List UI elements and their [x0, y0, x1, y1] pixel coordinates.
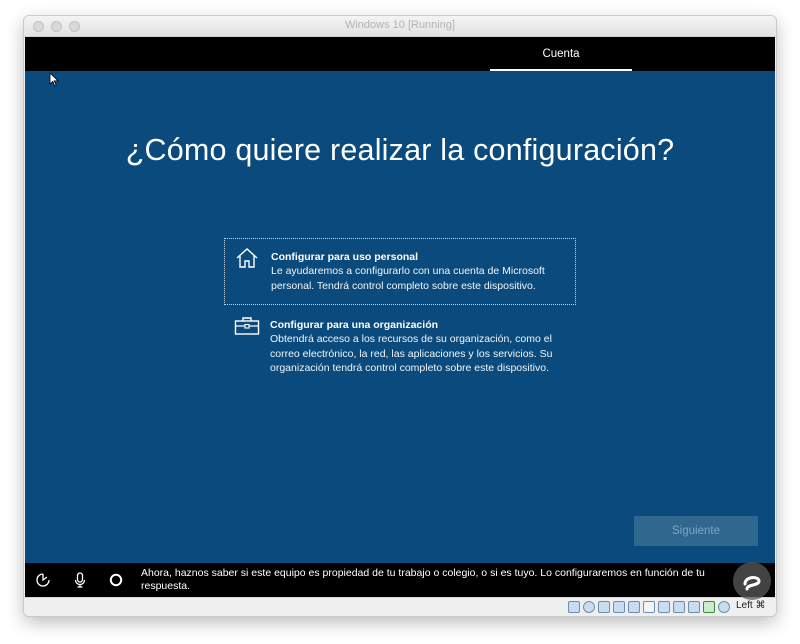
vm-screen[interactable]: Cuenta ¿Cómo quiere realizar la configur… — [25, 37, 775, 597]
tab-cuenta: Cuenta — [490, 37, 632, 71]
option-title: Configurar para uso personal — [271, 251, 419, 263]
video-capture-icon[interactable] — [673, 601, 685, 613]
mouse-integration-icon[interactable] — [718, 601, 730, 613]
cortana-bar: Ahora, haznos saber si este equipo es pr… — [25, 563, 775, 597]
vm-statusbar: Left ⌘ — [24, 597, 776, 616]
virtualization-icon[interactable] — [703, 601, 715, 613]
oobe-top-bar: Cuenta — [25, 37, 775, 71]
microphone-icon[interactable] — [72, 572, 88, 588]
window-title: Windows 10 [Running] — [344, 19, 456, 31]
cpu-icon[interactable] — [688, 601, 700, 613]
cortana-message: Ahora, haznos saber si este equipo es pr… — [141, 567, 705, 592]
next-button[interactable]: Siguiente — [634, 516, 758, 546]
cortana-circle-icon[interactable] — [108, 572, 124, 588]
home-icon — [236, 248, 258, 268]
optical-drive-icon[interactable] — [583, 601, 595, 613]
shared-folder-icon[interactable] — [643, 601, 655, 613]
display-icon[interactable] — [658, 601, 670, 613]
window-titlebar[interactable]: Windows 10 [Running] — [24, 16, 776, 37]
briefcase-icon — [234, 317, 260, 335]
audio-icon[interactable] — [598, 601, 610, 613]
accessibility-icon[interactable] — [35, 572, 51, 588]
mouse-cursor-icon — [49, 73, 59, 87]
page-title: ¿Cómo quiere realizar la configuración? — [125, 133, 675, 167]
option-description: Obtendrá acceso a los recursos de su org… — [270, 333, 553, 374]
virtualbox-window: Windows 10 [Running] Cuenta ¿Cómo quiere… — [24, 16, 776, 616]
option-personal-use[interactable]: Configurar para uso personal Le ayudarem… — [224, 238, 576, 305]
network-icon[interactable] — [613, 601, 625, 613]
hard-disk-icon[interactable] — [568, 601, 580, 613]
option-title: Configurar para una organización — [270, 319, 439, 331]
option-description: Le ayudaremos a configurarlo con una cue… — [271, 265, 545, 292]
usb-icon[interactable] — [628, 601, 640, 613]
option-organization[interactable]: Configurar para una organización Obtendr… — [224, 314, 576, 404]
watermark-logo-icon — [733, 562, 771, 600]
